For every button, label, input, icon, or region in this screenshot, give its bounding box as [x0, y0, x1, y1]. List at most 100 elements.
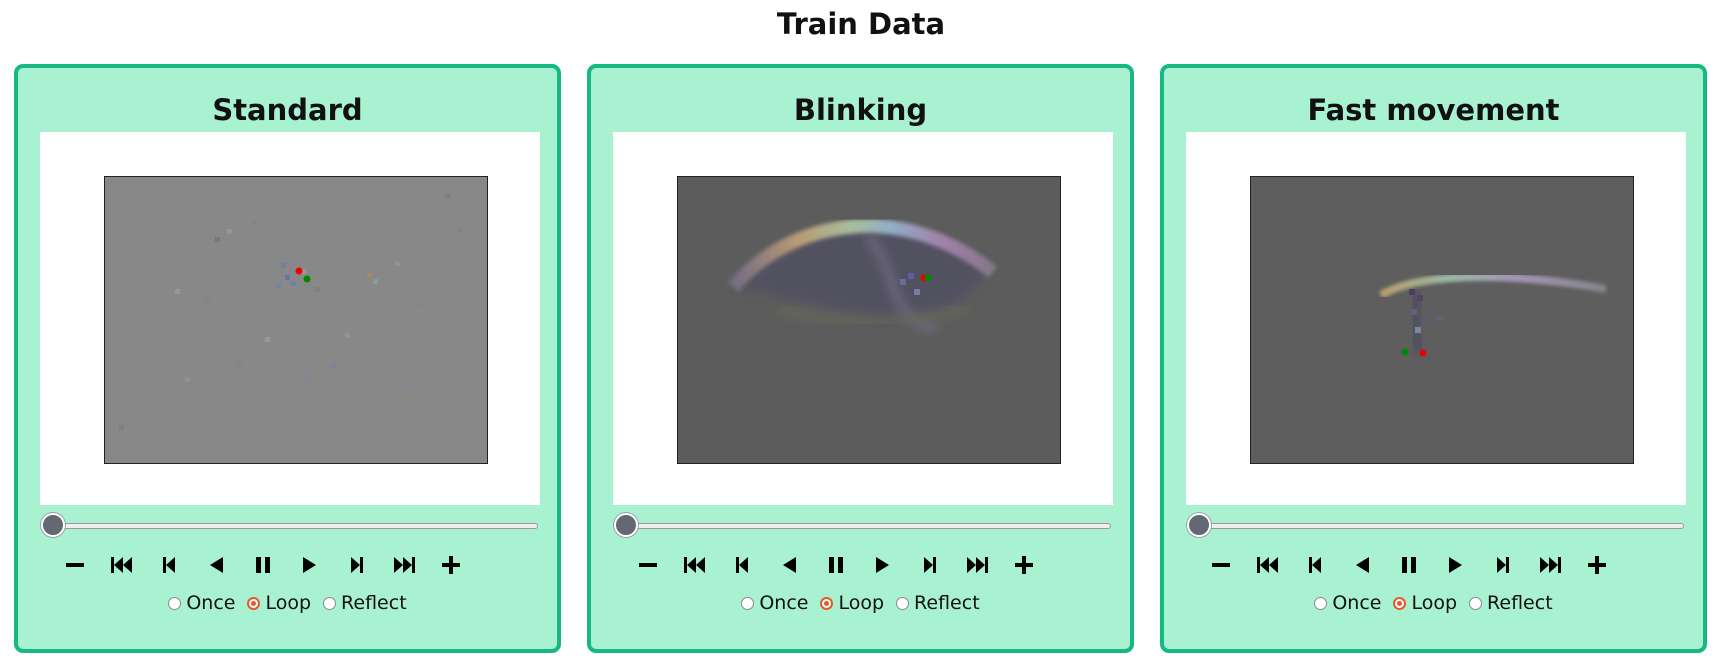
pause-button[interactable]: [247, 548, 279, 582]
pause-button[interactable]: [1393, 548, 1425, 582]
mode-reflect[interactable]: Reflect: [896, 592, 980, 614]
last-frame-button[interactable]: [388, 548, 420, 582]
mode-loop[interactable]: Loop: [247, 592, 311, 614]
first-frame-button[interactable]: [679, 548, 711, 582]
panel-title: Standard: [212, 93, 363, 127]
radio-loop[interactable]: [247, 596, 261, 610]
radio-loop[interactable]: [820, 596, 834, 610]
playback-controls: [1205, 548, 1675, 582]
animation-panel-blinking: Blinking Once Loop Reflect: [587, 64, 1134, 653]
slider-track[interactable]: [1190, 523, 1684, 529]
slider-thumb[interactable]: [614, 513, 638, 537]
slider-track[interactable]: [44, 523, 538, 529]
radio-once[interactable]: [741, 596, 755, 610]
pause-icon: [256, 557, 270, 573]
previous-frame-button[interactable]: [726, 548, 758, 582]
animation-panel-standard: Standard Once Loop Reflect: [14, 64, 561, 653]
radio-once[interactable]: [168, 596, 182, 610]
first-frame-button[interactable]: [106, 548, 138, 582]
last-frame-button[interactable]: [961, 548, 993, 582]
first-frame-icon: [684, 557, 705, 573]
step-forward-icon: [1497, 557, 1509, 573]
decrease-speed-button[interactable]: [59, 548, 91, 582]
frame-slider[interactable]: [614, 513, 1111, 543]
radio-reflect[interactable]: [323, 596, 337, 610]
event-frame-image: [104, 176, 488, 464]
mode-once-label: Once: [1332, 592, 1382, 614]
play-reverse-icon: [1356, 557, 1369, 573]
mode-loop-label: Loop: [1411, 592, 1458, 614]
play-button[interactable]: [867, 548, 899, 582]
minus-icon: [1212, 563, 1230, 567]
first-frame-button[interactable]: [1252, 548, 1284, 582]
frame-slider[interactable]: [1187, 513, 1684, 543]
event-frame-image: [1250, 176, 1634, 464]
radio-reflect[interactable]: [896, 596, 910, 610]
previous-frame-button[interactable]: [153, 548, 185, 582]
first-frame-icon: [111, 557, 132, 573]
play-icon: [1449, 557, 1462, 573]
animation-canvas: [1186, 132, 1686, 505]
panel-title: Fast movement: [1307, 93, 1560, 127]
playback-controls: [59, 548, 529, 582]
mode-loop-label: Loop: [265, 592, 312, 614]
slider-thumb[interactable]: [1187, 513, 1211, 537]
pause-icon: [829, 557, 843, 573]
play-reverse-icon: [783, 557, 796, 573]
play-reverse-button[interactable]: [200, 548, 232, 582]
play-button[interactable]: [1440, 548, 1472, 582]
next-frame-button[interactable]: [914, 548, 946, 582]
play-reverse-button[interactable]: [1346, 548, 1378, 582]
mode-reflect-label: Reflect: [341, 592, 407, 614]
pause-button[interactable]: [820, 548, 852, 582]
increase-speed-button[interactable]: [1008, 548, 1040, 582]
last-frame-icon: [967, 557, 988, 573]
play-reverse-button[interactable]: [773, 548, 805, 582]
last-frame-icon: [394, 557, 415, 573]
loop-mode-group: Once Loop Reflect: [591, 588, 1130, 618]
increase-speed-button[interactable]: [1581, 548, 1613, 582]
previous-frame-button[interactable]: [1299, 548, 1331, 582]
step-forward-icon: [924, 557, 936, 573]
mode-once[interactable]: Once: [168, 592, 235, 614]
decrease-speed-button[interactable]: [632, 548, 664, 582]
play-icon: [876, 557, 889, 573]
mode-reflect-label: Reflect: [1487, 592, 1553, 614]
mode-once[interactable]: Once: [1314, 592, 1381, 614]
frame-slider[interactable]: [41, 513, 538, 543]
play-icon: [303, 557, 316, 573]
slider-thumb[interactable]: [41, 513, 65, 537]
mode-loop[interactable]: Loop: [1393, 592, 1457, 614]
mode-reflect[interactable]: Reflect: [323, 592, 407, 614]
pause-icon: [1402, 557, 1416, 573]
increase-speed-button[interactable]: [435, 548, 467, 582]
panel-title: Blinking: [793, 93, 928, 127]
step-forward-icon: [351, 557, 363, 573]
next-frame-button[interactable]: [341, 548, 373, 582]
radio-reflect[interactable]: [1469, 596, 1483, 610]
mode-loop-label: Loop: [838, 592, 885, 614]
play-reverse-icon: [210, 557, 223, 573]
next-frame-button[interactable]: [1487, 548, 1519, 582]
mode-reflect[interactable]: Reflect: [1469, 592, 1553, 614]
decrease-speed-button[interactable]: [1205, 548, 1237, 582]
step-back-icon: [163, 557, 175, 573]
animation-canvas: [40, 132, 540, 505]
step-back-icon: [1309, 557, 1321, 573]
radio-once[interactable]: [1314, 596, 1328, 610]
playback-controls: [632, 548, 1102, 582]
radio-loop[interactable]: [1393, 596, 1407, 610]
loop-mode-group: Once Loop Reflect: [18, 588, 557, 618]
mode-once[interactable]: Once: [741, 592, 808, 614]
play-button[interactable]: [294, 548, 326, 582]
last-frame-button[interactable]: [1534, 548, 1566, 582]
loop-mode-group: Once Loop Reflect: [1164, 588, 1703, 618]
mode-once-label: Once: [186, 592, 236, 614]
step-back-icon: [736, 557, 748, 573]
first-frame-icon: [1257, 557, 1278, 573]
animation-panel-fast-movement: Fast movement Once Loop Reflect: [1160, 64, 1707, 653]
slider-track[interactable]: [617, 523, 1111, 529]
mode-loop[interactable]: Loop: [820, 592, 884, 614]
minus-icon: [66, 563, 84, 567]
mode-once-label: Once: [759, 592, 809, 614]
